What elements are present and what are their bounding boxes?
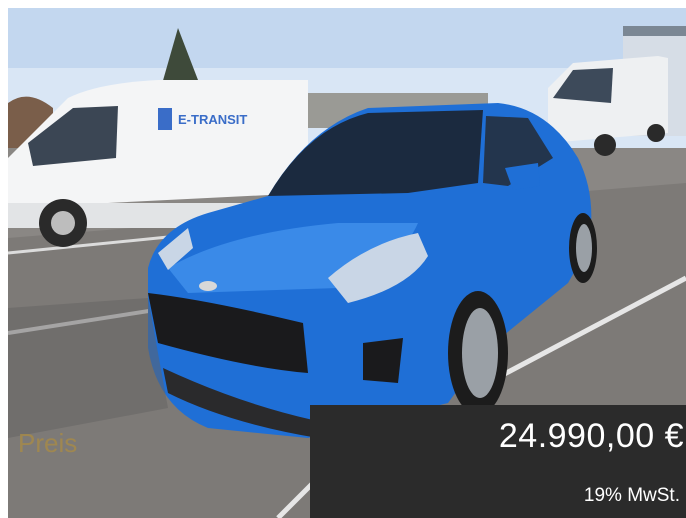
tax-note: 19% MwSt. [583, 485, 680, 506]
van-logo-text: E-TRANSIT [178, 112, 247, 127]
price-value: 24.990,00 € [498, 417, 684, 455]
price-panel: 24.990,00 € 19% MwSt. [310, 405, 686, 518]
price-label: Preis [18, 428, 78, 458]
